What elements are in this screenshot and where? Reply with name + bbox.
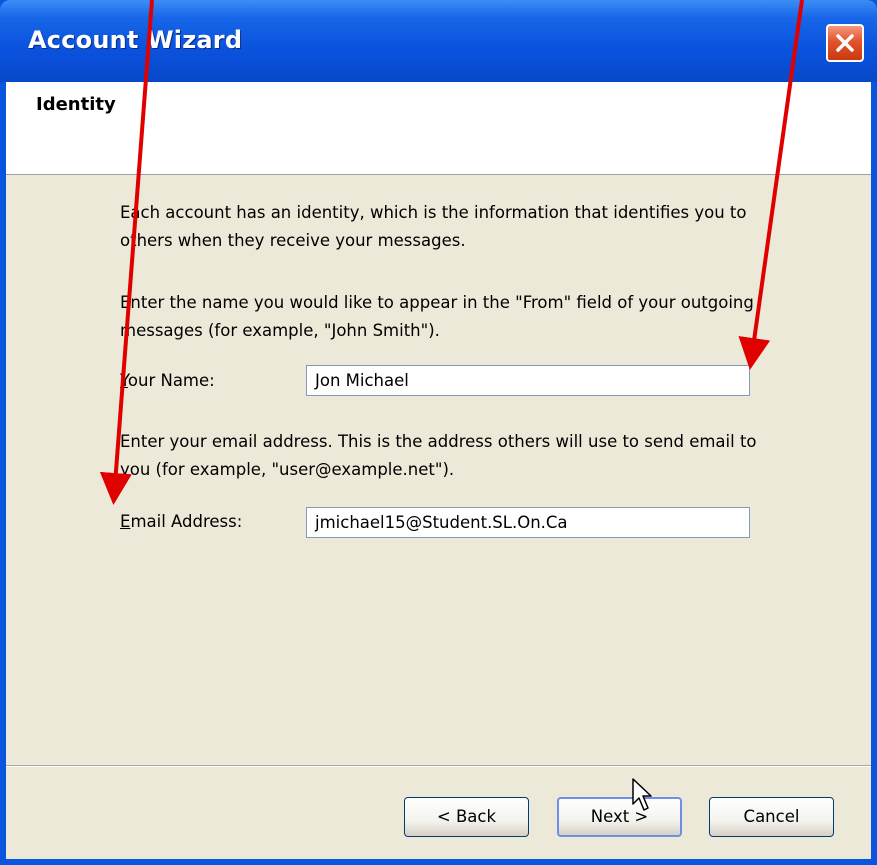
arrow-to-email-label (99, 0, 154, 505)
annotation-arrows (99, 0, 804, 505)
arrow-to-name-field (738, 0, 804, 370)
